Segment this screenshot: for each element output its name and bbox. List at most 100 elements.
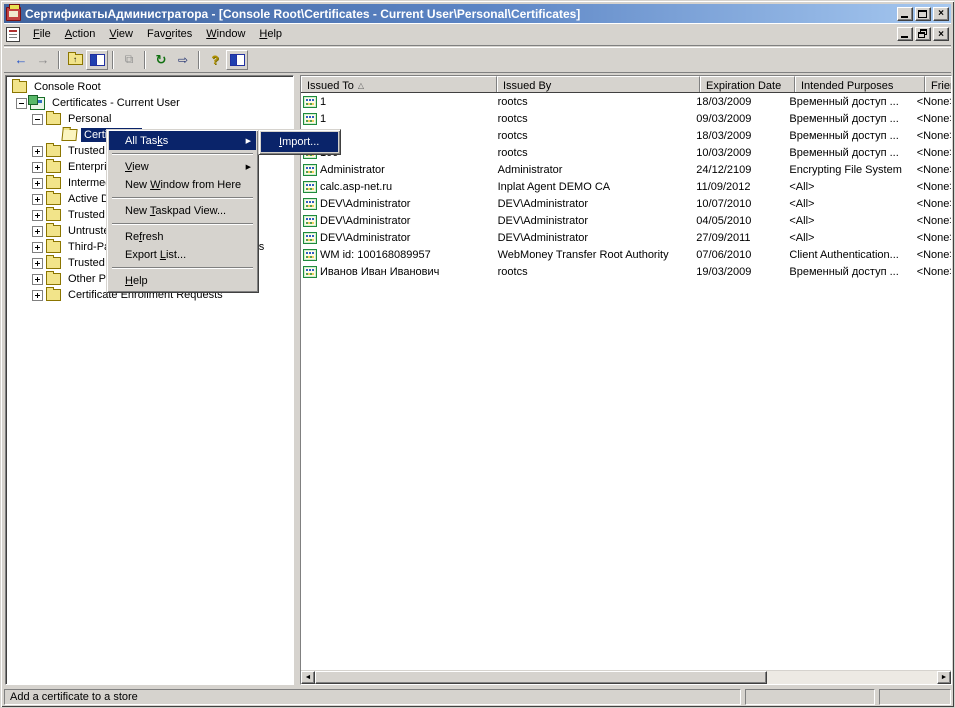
context-menu-item-export-list[interactable]: Export List...: [109, 246, 256, 264]
tree-item-console-root[interactable]: Console Root: [6, 79, 293, 95]
submenu-item-import[interactable]: Import...: [261, 132, 338, 152]
menu-item-label: Import...: [279, 136, 320, 148]
list-header: Issued To △ Issued By Expiration Date In…: [301, 76, 951, 93]
maximize-button[interactable]: [915, 6, 931, 21]
context-menu-item-view[interactable]: View ▶: [109, 158, 256, 176]
certificate-row[interactable]: WM id: 100168089957 WebMoney Transfer Ro…: [301, 246, 951, 263]
expand-expander-icon[interactable]: [32, 193, 43, 205]
expand-expander-icon[interactable]: [32, 257, 43, 269]
tree-label: Personal: [68, 113, 112, 125]
toolbar: ← → ↑ ⧉ ↻ ⇨ ?: [4, 47, 951, 73]
export-list-button[interactable]: ⇨: [172, 50, 194, 70]
all-tasks-submenu: Import...: [258, 129, 341, 155]
purposes-cell: Временный доступ ...: [789, 265, 899, 278]
minimize-button[interactable]: [897, 6, 913, 21]
expand-expander-icon[interactable]: [32, 273, 43, 285]
export-list-icon: ⇨: [177, 52, 189, 67]
expand-expander-icon[interactable]: [32, 177, 43, 189]
folder-icon: [46, 223, 61, 237]
scrollbar-thumb[interactable]: [315, 671, 767, 684]
scrollbar-track[interactable]: [767, 671, 937, 684]
collapse-expander-icon[interactable]: [16, 97, 27, 109]
scroll-left-button[interactable]: ◄: [301, 671, 315, 684]
expand-expander-icon[interactable]: [32, 161, 43, 173]
tree-item-personal[interactable]: Personal: [6, 111, 293, 127]
menu-action[interactable]: Action: [58, 25, 103, 43]
context-menu-item-help[interactable]: Help: [109, 272, 256, 290]
column-header-issued-by[interactable]: Issued By: [497, 76, 700, 92]
expiration-cell: 10/03/2009: [696, 146, 752, 159]
column-header-friendly-name[interactable]: Friendly Name: [925, 76, 951, 92]
column-header-issued-to[interactable]: Issued To △: [301, 76, 497, 92]
certificate-row[interactable]: 1 rootcs 09/03/2009 Временный доступ ...…: [301, 110, 951, 127]
maximize-icon: [918, 9, 927, 18]
horizontal-scrollbar[interactable]: ◄ ►: [301, 670, 951, 684]
child-minimize-button[interactable]: [897, 27, 913, 41]
folder-icon: [46, 111, 61, 125]
expand-expander-icon[interactable]: [32, 145, 43, 157]
friendly-name-cell: <None>: [916, 129, 951, 142]
friendly-name-cell: <None>: [916, 265, 951, 278]
copy-button[interactable]: ⧉: [118, 50, 140, 70]
collapse-expander-icon[interactable]: [32, 113, 43, 125]
column-label: Intended Purposes: [801, 79, 894, 92]
certificate-icon: [303, 214, 317, 227]
certificate-row[interactable]: Иванов Иван Иванович rootcs 19/03/2009 В…: [301, 263, 951, 280]
expiration-cell: 24/12/2109: [696, 163, 752, 176]
issued-by-cell: Administrator: [497, 163, 563, 176]
help-button[interactable]: ?: [204, 50, 226, 70]
certificate-row[interactable]: DEV\Administrator DEV\Administrator 27/0…: [301, 229, 951, 246]
purposes-cell: Временный доступ ...: [789, 112, 899, 125]
title-bar: СертификатыАдминистратора - [Console Roo…: [4, 3, 951, 23]
certificate-row[interactable]: rootcs 18/03/2009 Временный доступ ... <…: [301, 127, 951, 144]
close-button[interactable]: ×: [933, 6, 949, 21]
back-button[interactable]: ←: [10, 50, 32, 70]
show-hide-console-tree-button[interactable]: [86, 49, 108, 70]
issued-by-cell: DEV\Administrator: [497, 197, 589, 210]
column-header-intended-purposes[interactable]: Intended Purposes: [795, 76, 925, 92]
refresh-icon: ↻: [155, 51, 167, 67]
refresh-button[interactable]: ↻: [150, 50, 172, 70]
context-menu-item-all-tasks[interactable]: All Tasks ▶: [109, 131, 256, 150]
folder-icon: [46, 207, 61, 221]
certificate-row[interactable]: DEV\Administrator DEV\Administrator 04/0…: [301, 212, 951, 229]
certificate-row[interactable]: DEV\Administrator DEV\Administrator 10/0…: [301, 195, 951, 212]
menu-file[interactable]: File: [26, 25, 58, 43]
menu-favorites[interactable]: Favorites: [140, 25, 199, 43]
forward-button[interactable]: →: [32, 50, 54, 70]
expand-expander-icon[interactable]: [32, 241, 43, 253]
context-menu-item-refresh[interactable]: Refresh: [109, 228, 256, 246]
certificate-row[interactable]: 1 rootcs 18/03/2009 Временный доступ ...…: [301, 93, 951, 110]
folder-icon: [46, 287, 61, 301]
child-restore-button[interactable]: [915, 27, 931, 41]
expand-expander-icon[interactable]: [32, 289, 43, 301]
menu-window[interactable]: Window: [199, 25, 252, 43]
column-header-expiration-date[interactable]: Expiration Date: [700, 76, 795, 92]
menu-help[interactable]: Help: [252, 25, 289, 43]
menu-item-label: New Window from Here: [125, 179, 242, 191]
up-one-level-button[interactable]: ↑: [64, 50, 86, 70]
certificate-icon: [303, 112, 317, 125]
menu-view[interactable]: View: [102, 25, 140, 43]
certificate-row[interactable]: calc.asp-net.ru Inplat Agent DEMO CA 11/…: [301, 178, 951, 195]
certificate-row[interactable]: Administrator Administrator 24/12/2109 E…: [301, 161, 951, 178]
expiration-cell: 18/03/2009: [696, 129, 752, 142]
window-title: СертификатыАдминистратора - [Console Roo…: [25, 6, 581, 21]
child-close-button[interactable]: ×: [933, 27, 949, 41]
open-folder-icon: [61, 129, 78, 141]
show-hide-action-pane-button[interactable]: [226, 49, 248, 70]
purposes-cell: <All>: [789, 197, 815, 210]
help-icon: ?: [211, 52, 219, 67]
friendly-name-cell: <None>: [916, 180, 951, 193]
issued-by-cell: DEV\Administrator: [497, 231, 589, 244]
expand-expander-icon[interactable]: [32, 209, 43, 221]
certificate-row[interactable]: 100 rootcs 10/03/2009 Временный доступ .…: [301, 144, 951, 161]
context-menu-item-new-window-from-here[interactable]: New Window from Here: [109, 176, 256, 194]
up-folder-icon: ↑: [67, 52, 83, 65]
expand-expander-icon[interactable]: [32, 225, 43, 237]
context-menu-item-new-taskpad-view[interactable]: New Taskpad View...: [109, 202, 256, 220]
tree-item-certificates-current-user[interactable]: Certificates - Current User: [6, 94, 293, 111]
scroll-right-button[interactable]: ►: [937, 671, 951, 684]
submenu-arrow-icon: ▶: [245, 164, 251, 171]
issued-to-cell: 1: [301, 112, 493, 125]
